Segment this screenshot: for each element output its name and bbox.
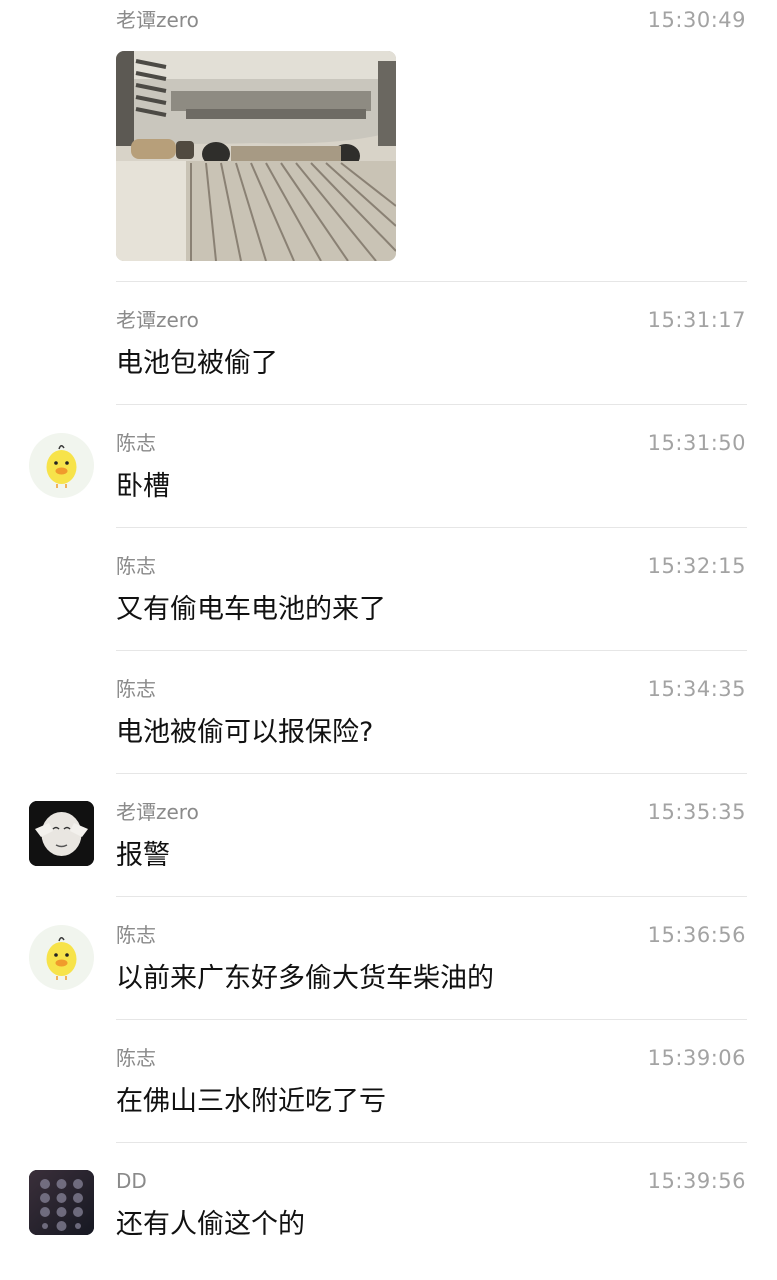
message-time: 15:31:50 [647,431,746,455]
message-time: 15:36:56 [647,923,746,947]
face-avatar[interactable] [29,801,94,866]
message-text[interactable]: 以前来广东好多偷大货车柴油的 [116,961,494,997]
car-underside-photo[interactable] [116,51,396,261]
sender-name[interactable]: 老谭zero [116,8,199,32]
divider [116,1019,747,1020]
divider [116,404,747,405]
message-time: 15:30:49 [647,8,746,32]
sender-name[interactable]: 陈志 [116,677,156,701]
duck-avatar[interactable] [29,433,94,498]
sender-name[interactable]: 陈志 [116,1046,156,1070]
sender-name[interactable]: 老谭zero [116,800,199,824]
sender-name[interactable]: 陈志 [116,923,156,947]
message-time: 15:35:35 [647,800,746,824]
message-time: 15:31:17 [647,308,746,332]
message-text[interactable]: 报警 [116,838,170,874]
divider [116,896,747,897]
message-time: 15:39:56 [647,1169,746,1193]
divider [116,1142,747,1143]
sender-name[interactable]: DD [116,1169,147,1193]
message-text[interactable]: 在佛山三水附近吃了亏 [116,1084,386,1120]
duck-avatar[interactable] [29,925,94,990]
message-text[interactable]: 电池被偷可以报保险? [116,715,373,751]
message-time: 15:39:06 [647,1046,746,1070]
divider [116,650,747,651]
sender-name[interactable]: 陈志 [116,431,156,455]
message-text[interactable]: 还有人偷这个的 [116,1207,305,1243]
message-time: 15:34:35 [647,677,746,701]
sender-name[interactable]: 陈志 [116,554,156,578]
message-text[interactable]: 电池包被偷了 [116,346,278,382]
divider [116,527,747,528]
divider [116,281,747,282]
message-time: 15:32:15 [647,554,746,578]
message-text[interactable]: 卧槽 [116,469,170,505]
message-text[interactable]: 又有偷电车电池的来了 [116,592,386,628]
keypad-avatar[interactable] [29,1170,94,1235]
divider [116,773,747,774]
sender-name[interactable]: 老谭zero [116,308,199,332]
